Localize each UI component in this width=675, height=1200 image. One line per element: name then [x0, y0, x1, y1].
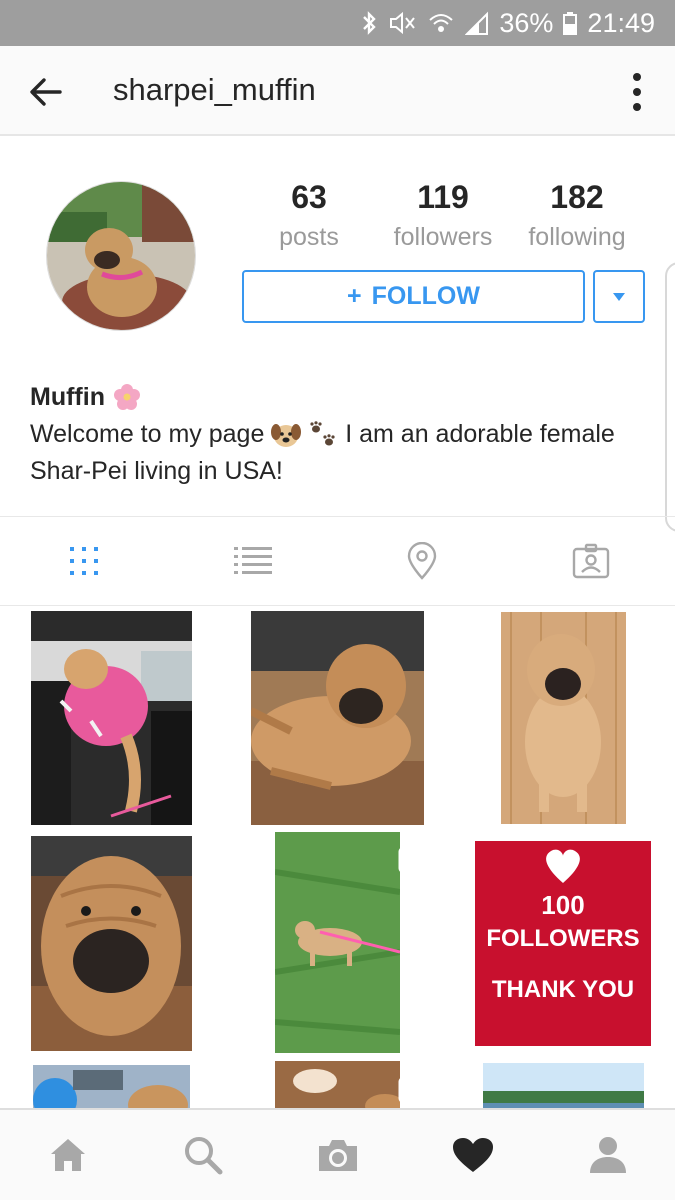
paw-prints-icon — [310, 421, 335, 446]
bio-text: Welcome to my page I am an adorable fema… — [30, 416, 650, 490]
home-icon — [50, 1139, 85, 1171]
followers-count: 119 — [417, 179, 469, 215]
battery-icon — [563, 12, 578, 35]
tab-grid-view[interactable] — [0, 517, 169, 605]
cherry-blossom-icon — [113, 384, 140, 410]
posts-count: 63 — [291, 179, 327, 215]
app-header: sharpei_muffin — [0, 46, 675, 136]
bio-name-row: Muffin — [30, 380, 650, 414]
dog-face-closeup-photo — [31, 836, 192, 1051]
stat-posts[interactable]: 63 posts — [242, 178, 376, 258]
arrow-left-icon — [30, 78, 62, 106]
triangle-down-icon — [613, 292, 625, 301]
nav-search[interactable] — [135, 1110, 270, 1200]
location-pin-icon — [407, 542, 437, 580]
milestone-thanks-text: THANK YOU — [492, 976, 634, 1003]
tab-tagged-view[interactable] — [506, 517, 675, 605]
dog-on-grass-photo — [275, 832, 400, 1053]
wifi-icon — [429, 14, 454, 32]
nav-home[interactable] — [0, 1110, 135, 1200]
back-button[interactable] — [22, 68, 70, 116]
bio-line-2: Shar-Pei living in USA! — [30, 457, 283, 485]
follow-label: FOLLOW — [371, 282, 480, 310]
following-count: 182 — [550, 179, 604, 215]
search-icon — [184, 1137, 222, 1175]
video-camera-icon — [398, 1076, 442, 1104]
profile-view-tabs — [0, 516, 675, 606]
profile-stats: 63 posts 119 followers 182 following — [242, 178, 644, 258]
post-thumbnail[interactable] — [0, 1056, 225, 1110]
suggested-dropdown-button[interactable] — [593, 270, 645, 323]
dog-in-car-photo — [31, 611, 192, 825]
post-thumbnail[interactable] — [450, 1056, 675, 1110]
dog-outdoors-photo — [33, 1065, 190, 1110]
post-thumbnail[interactable]: 100 FOLLOWERS THANK YOU — [450, 830, 675, 1053]
signal-icon — [465, 11, 489, 35]
post-thumbnail[interactable] — [450, 606, 675, 829]
grid-icon — [70, 547, 99, 575]
dog-indoors-photo — [275, 1061, 400, 1110]
followers-milestone-graphic: 100 FOLLOWERS THANK YOU — [475, 841, 651, 1046]
mute-icon — [390, 11, 416, 35]
list-icon — [234, 547, 273, 574]
stat-followers[interactable]: 119 followers — [376, 178, 510, 258]
following-label: following — [528, 223, 626, 251]
post-thumbnail[interactable] — [0, 606, 225, 829]
nav-profile[interactable] — [540, 1110, 675, 1200]
milestone-number: 100 — [541, 890, 584, 920]
profile-icon — [589, 1137, 626, 1173]
post-thumbnail[interactable] — [225, 1056, 450, 1110]
posts-grid: 100 FOLLOWERS THANK YOU — [0, 606, 675, 1110]
profile-avatar[interactable] — [46, 181, 196, 331]
milestone-followers-text: FOLLOWERS — [486, 925, 639, 952]
battery-percent: 36% — [499, 7, 554, 38]
posts-label: posts — [279, 223, 339, 251]
dog-face-icon — [271, 424, 302, 448]
more-vertical-icon — [633, 73, 641, 81]
tab-map-view[interactable] — [338, 517, 507, 605]
dog-sitting-photo — [501, 612, 626, 824]
status-bar: 36% 21:49 — [0, 0, 675, 46]
stat-following[interactable]: 182 following — [510, 178, 644, 258]
tab-list-view[interactable] — [169, 517, 338, 605]
nav-camera[interactable] — [270, 1110, 405, 1200]
camera-icon — [318, 1140, 357, 1171]
profile-username: sharpei_muffin — [113, 72, 316, 107]
dog-lying-photo — [251, 611, 424, 825]
bluetooth-icon — [363, 11, 377, 35]
bottom-navigation — [0, 1108, 675, 1200]
heart-icon — [452, 1138, 493, 1172]
post-thumbnail[interactable] — [0, 830, 225, 1053]
post-thumbnail[interactable] — [225, 830, 450, 1053]
profile-bio: Muffin Welcome to my page I am an adorab… — [30, 380, 650, 490]
bio-line-1-start: Welcome to my page — [30, 420, 265, 448]
edge-panel-handle[interactable] — [665, 262, 675, 532]
post-thumbnail[interactable] — [225, 606, 450, 829]
more-options-button[interactable] — [627, 68, 647, 116]
nav-activity[interactable] — [405, 1110, 540, 1200]
followers-label: followers — [393, 223, 493, 251]
status-icons: 36% 21:49 — [361, 6, 655, 40]
lake-landscape-photo — [483, 1063, 644, 1110]
avatar-photo — [47, 182, 195, 330]
video-camera-icon — [398, 846, 442, 874]
clock: 21:49 — [587, 7, 655, 38]
tagged-portrait-icon — [572, 543, 609, 579]
bio-line-1-end: I am an adorable female — [345, 420, 615, 448]
bio-display-name: Muffin — [30, 383, 105, 411]
follow-button[interactable]: + FOLLOW — [242, 270, 585, 323]
plus-icon: + — [347, 282, 362, 310]
